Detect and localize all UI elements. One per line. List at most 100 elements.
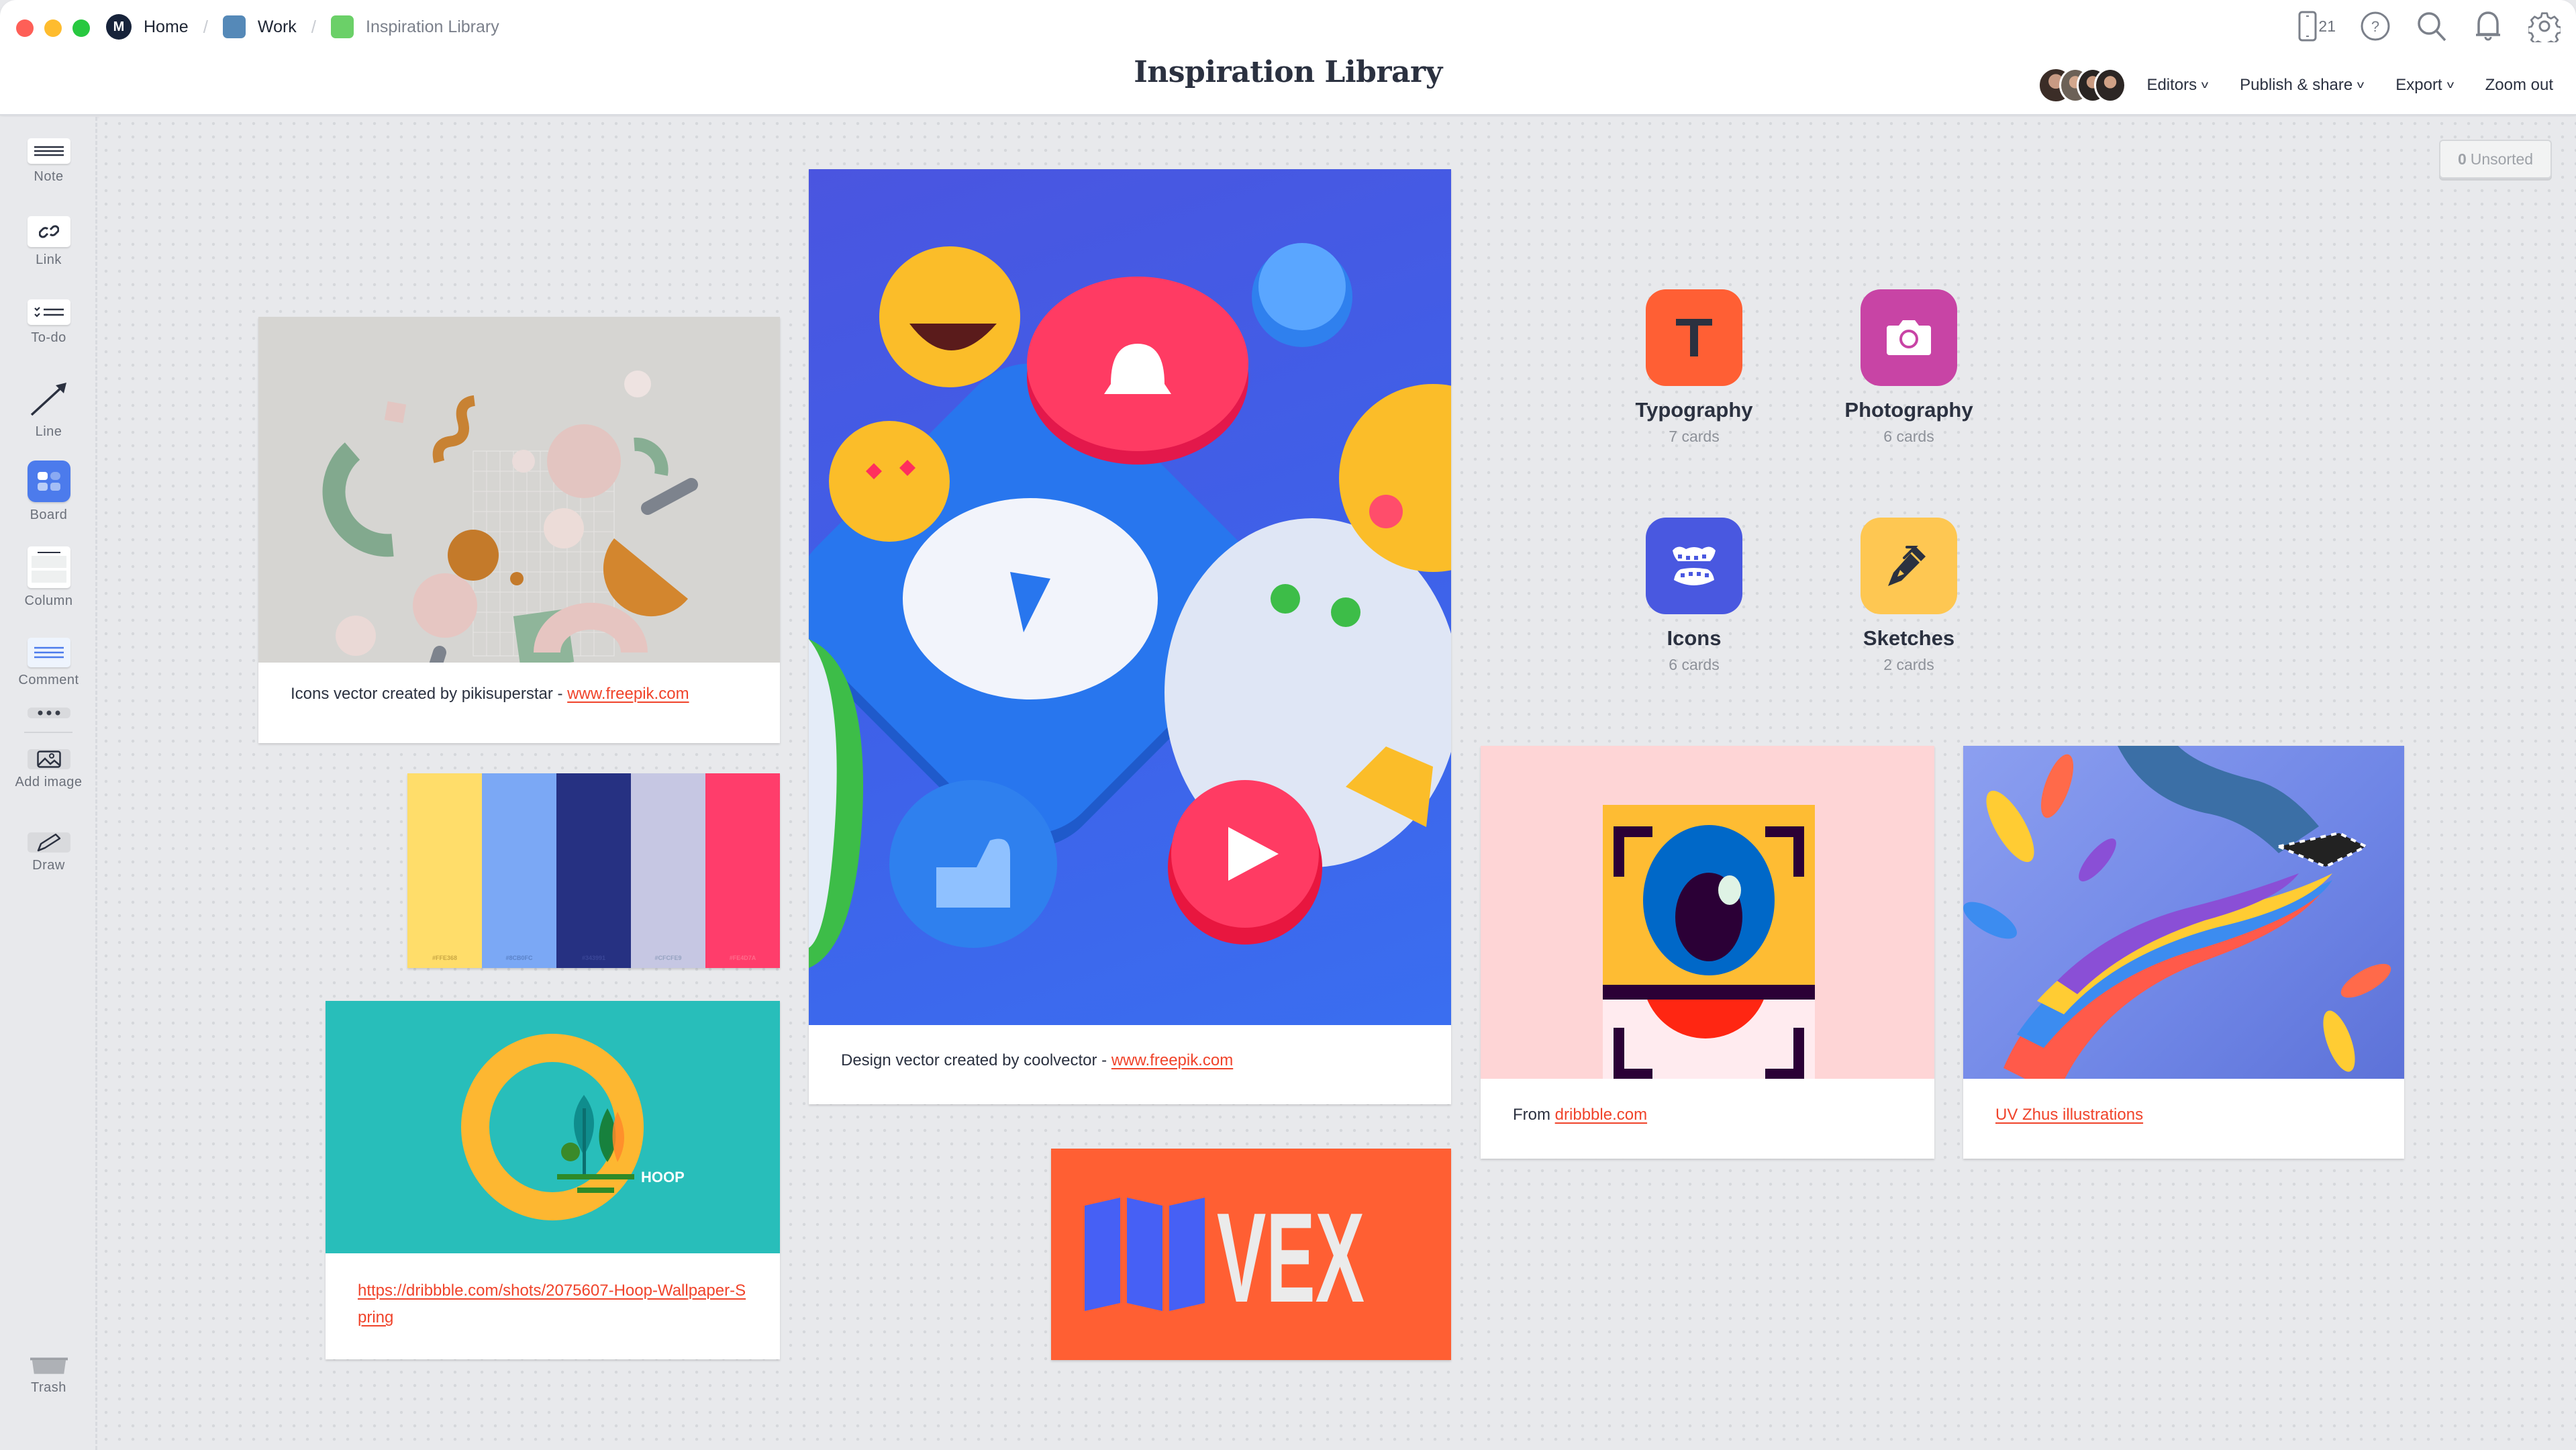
camera-icon: [1861, 289, 1957, 386]
card-caption: https://dribbble.com/shots/2075607-Hoop-…: [326, 1277, 780, 1331]
typography-t-icon: [1646, 289, 1742, 386]
board-title: Sketches: [1863, 626, 1955, 650]
notification-bell-icon: [2476, 11, 2500, 41]
color-palette-card[interactable]: #FFE368 #8CB0FC #343991 #CFCFE9 #FE4D7A: [407, 773, 780, 968]
editor-avatars[interactable]: [2038, 67, 2127, 103]
publish-share-menu[interactable]: Publish & share v: [2240, 76, 2365, 95]
caption-text: Icons vector created by pikisuperstar -: [291, 685, 568, 703]
top-icon-bar: 21 ?: [2298, 9, 2561, 43]
mobile-devices-button[interactable]: 21: [2298, 9, 2336, 43]
tool-label: Column: [24, 593, 73, 608]
unsorted-count: 0: [2457, 150, 2467, 168]
palette-swatch: #FFE368: [407, 773, 482, 968]
breadcrumb-current[interactable]: Inspiration Library: [331, 15, 499, 38]
milanote-logo-icon: M: [106, 14, 132, 40]
vex-logo-text: VEX: [1217, 1187, 1365, 1329]
palette-swatch: #343991: [556, 773, 631, 968]
board-square-icon: [331, 15, 354, 38]
board-card-count: 6 cards: [1883, 428, 1934, 445]
shapes-image: [258, 317, 780, 723]
tool-comment[interactable]: Comment: [0, 638, 97, 688]
tool-link[interactable]: Link: [0, 216, 97, 268]
avatar[interactable]: [2094, 68, 2127, 103]
tool-label: Trash: [31, 1380, 66, 1395]
tool-label: Note: [34, 169, 64, 184]
tool-draw[interactable]: Draw: [0, 832, 97, 873]
zoom-out-button[interactable]: Zoom out: [2485, 76, 2553, 95]
hoop-logo-text: HOOP: [641, 1169, 685, 1186]
image-card-shapes[interactable]: Icons vector created by pikisuperstar - …: [258, 317, 780, 743]
breadcrumb-separator: /: [203, 16, 208, 37]
zoom-out-label: Zoom out: [2485, 76, 2553, 94]
unsorted-label: Unsorted: [2470, 150, 2534, 168]
export-menu[interactable]: Export v: [2395, 76, 2454, 95]
tool-todo[interactable]: To-do: [0, 299, 97, 346]
tool-trash[interactable]: Trash: [0, 1357, 97, 1396]
card-caption: From dribbble.com: [1481, 1102, 1934, 1128]
board-icons[interactable]: Icons 6 cards: [1593, 518, 1795, 674]
search-icon: [2418, 12, 2446, 42]
trash-icon: [30, 1357, 68, 1375]
freepik-link[interactable]: www.freepik.com: [1111, 1051, 1233, 1069]
swatch-hex: #FFE368: [432, 955, 458, 961]
chevron-down-icon: v: [2446, 79, 2454, 91]
tool-sidebar: Note Link To-do Line Board Column Commen…: [0, 117, 97, 1450]
dribbble-hoop-link[interactable]: https://dribbble.com/shots/2075607-Hoop-…: [358, 1282, 746, 1326]
tool-more[interactable]: [0, 708, 97, 718]
breadcrumb-label: Work: [257, 17, 297, 36]
window-maximize-button[interactable]: [72, 19, 90, 37]
emoji-image: [809, 169, 1451, 1025]
image-card-emoji[interactable]: Design vector created by coolvector - ww…: [809, 169, 1451, 1104]
window-close-button[interactable]: [16, 19, 34, 37]
image-card-hoop[interactable]: HOOP https://dribbble.com/shots/2075607-…: [326, 1001, 780, 1359]
tool-board[interactable]: Board: [0, 461, 97, 523]
teeth-icon: [1646, 518, 1742, 614]
board-photography[interactable]: Photography 6 cards: [1808, 289, 2010, 446]
top-bar: M Home / Work / Inspiration Library Insp…: [0, 0, 2576, 115]
breadcrumb-home[interactable]: M Home: [106, 14, 189, 40]
svg-text:?: ?: [2371, 18, 2379, 35]
image-icon: [27, 749, 70, 769]
unsorted-button[interactable]: 0 Unsorted: [2439, 140, 2552, 179]
tool-line[interactable]: Line: [0, 379, 97, 440]
breadcrumb-work[interactable]: Work: [222, 15, 297, 38]
tool-add-image[interactable]: Add image: [0, 749, 97, 790]
notifications-button[interactable]: [2471, 9, 2505, 43]
palette-swatch: #CFCFE9: [631, 773, 705, 968]
line-arrow-icon: [29, 379, 69, 419]
chevron-down-icon: v: [2357, 79, 2365, 91]
swatch-hex: #CFCFE9: [654, 955, 682, 961]
swatch-hex: #FE4D7A: [729, 955, 756, 961]
search-button[interactable]: [2415, 9, 2448, 43]
image-card-uv[interactable]: UV Zhus illustrations: [1963, 746, 2404, 1159]
uv-zhus-link[interactable]: UV Zhus illustrations: [1995, 1106, 2143, 1124]
board-title: Typography: [1635, 398, 1753, 422]
board-square-icon: [222, 15, 246, 38]
eye-image: [1481, 746, 1934, 1090]
caption-text: Design vector created by coolvector -: [841, 1051, 1111, 1069]
swatch-hex: #343991: [581, 955, 606, 961]
export-label: Export: [2395, 76, 2442, 94]
window-minimize-button[interactable]: [44, 19, 62, 37]
breadcrumb-label: Inspiration Library: [366, 17, 499, 36]
card-caption: Design vector created by coolvector - ww…: [809, 1047, 1451, 1074]
image-card-vex[interactable]: VEX: [1051, 1149, 1451, 1360]
tool-label: Add image: [15, 775, 83, 789]
board-card-count: 6 cards: [1669, 656, 1720, 673]
board-typography[interactable]: Typography 7 cards: [1593, 289, 1795, 446]
more-icon: [27, 708, 70, 718]
tool-note[interactable]: Note: [0, 138, 97, 185]
dribbble-link[interactable]: dribbble.com: [1555, 1106, 1647, 1124]
help-button[interactable]: ?: [2359, 9, 2392, 43]
freepik-link[interactable]: www.freepik.com: [567, 685, 689, 703]
settings-gear-icon: [2528, 12, 2561, 42]
settings-button[interactable]: [2528, 9, 2561, 43]
editors-menu[interactable]: Editors v: [2146, 76, 2208, 95]
image-card-eye[interactable]: From dribbble.com: [1481, 746, 1934, 1159]
column-icon: [27, 546, 70, 588]
tool-column[interactable]: Column: [0, 546, 97, 609]
link-icon: [27, 216, 70, 247]
chevron-down-icon: v: [2201, 79, 2209, 91]
tool-label: Comment: [18, 673, 79, 687]
board-sketches[interactable]: Sketches 2 cards: [1808, 518, 2010, 674]
